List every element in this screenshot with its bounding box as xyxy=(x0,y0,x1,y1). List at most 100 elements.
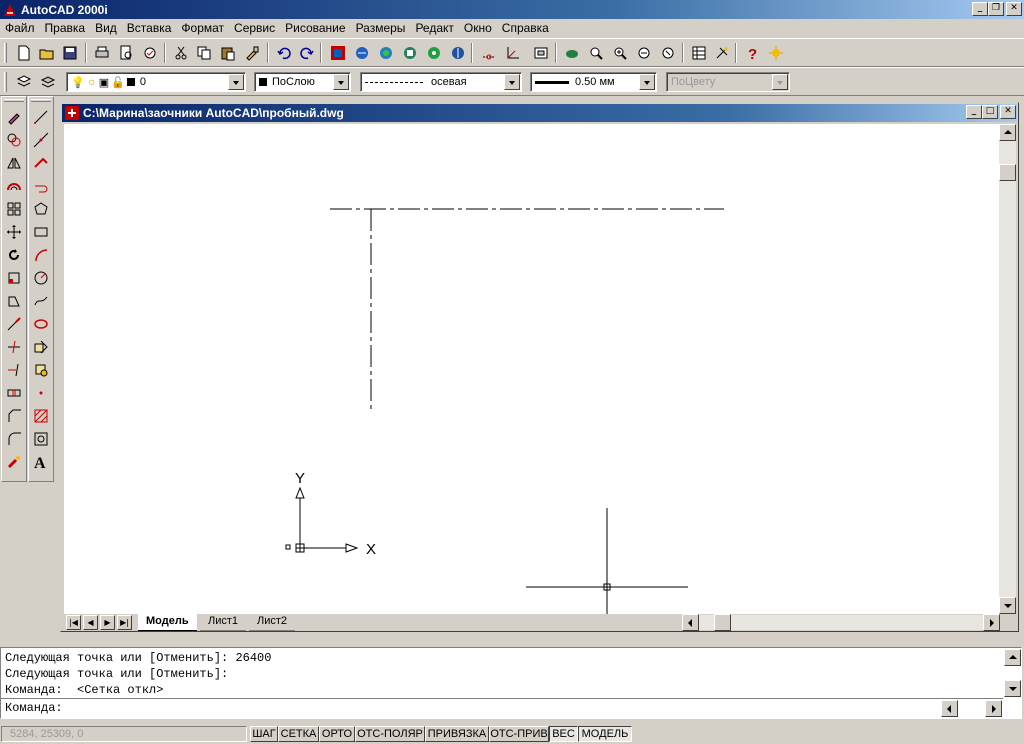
snap-toggle[interactable]: ШАГ xyxy=(250,726,278,742)
first-tab-button[interactable]: |◀ xyxy=(66,615,81,630)
region-icon[interactable] xyxy=(31,429,51,449)
doc-minimize-button[interactable]: _ xyxy=(966,105,982,119)
toolbar-grip[interactable] xyxy=(31,99,51,102)
named-views-icon[interactable] xyxy=(531,43,551,63)
menu-draw[interactable]: Рисование xyxy=(280,20,350,37)
new-file-icon[interactable] xyxy=(14,43,34,63)
lengthen-icon[interactable] xyxy=(4,314,24,334)
rectangle-icon[interactable] xyxy=(31,222,51,242)
polar-toggle[interactable]: ОТС-ПОЛЯР xyxy=(355,726,425,742)
zoom-window-icon[interactable] xyxy=(610,43,630,63)
save-icon[interactable] xyxy=(60,43,80,63)
multiline-text-icon[interactable]: A xyxy=(31,452,51,472)
menu-tools[interactable]: Сервис xyxy=(229,20,280,37)
erase-icon[interactable] xyxy=(4,107,24,127)
insert-block-icon[interactable] xyxy=(31,337,51,357)
horizontal-scroll-thumb[interactable] xyxy=(714,614,731,631)
scroll-down-button[interactable] xyxy=(999,597,1016,614)
chevron-down-icon[interactable] xyxy=(228,74,244,90)
toolbar-grip[interactable] xyxy=(4,43,7,63)
stretch-icon[interactable] xyxy=(4,291,24,311)
command-prompt[interactable]: Команда: xyxy=(5,701,63,716)
scale-icon[interactable] xyxy=(4,268,24,288)
close-button[interactable]: ✕ xyxy=(1006,2,1022,16)
properties-icon[interactable] xyxy=(689,43,709,63)
zoom-realtime-icon[interactable] xyxy=(586,43,606,63)
layers-icon[interactable] xyxy=(14,72,34,92)
chevron-down-icon[interactable] xyxy=(333,74,349,90)
copy-object-icon[interactable] xyxy=(4,130,24,150)
today-icon[interactable] xyxy=(448,43,468,63)
color-select[interactable]: ПоСлою xyxy=(254,72,351,92)
publish-web-icon[interactable] xyxy=(376,43,396,63)
hatch-icon[interactable] xyxy=(31,406,51,426)
horizontal-scroll-track[interactable] xyxy=(699,614,983,631)
chamfer-icon[interactable] xyxy=(4,406,24,426)
paste-icon[interactable] xyxy=(218,43,238,63)
move-icon[interactable] xyxy=(4,222,24,242)
minimize-button[interactable]: _ xyxy=(972,2,988,16)
tab-layout1[interactable]: Лист1 xyxy=(200,614,247,631)
arc-icon[interactable] xyxy=(31,245,51,265)
zoom-previous-icon[interactable] xyxy=(634,43,654,63)
tab-layout2[interactable]: Лист2 xyxy=(249,614,296,631)
print-preview-icon[interactable] xyxy=(116,43,136,63)
linetype-select[interactable]: осевая xyxy=(360,72,522,92)
grid-toggle[interactable]: СЕТКА xyxy=(278,726,319,742)
help-icon[interactable]: ? xyxy=(742,43,762,63)
app-title-bar[interactable]: AutoCAD 2000i _ ❐ ✕ xyxy=(0,0,1024,19)
ucs-icon[interactable] xyxy=(503,43,523,63)
scroll-left-button[interactable] xyxy=(682,614,699,631)
match-properties-icon[interactable] xyxy=(242,43,262,63)
offset-icon[interactable] xyxy=(4,176,24,196)
menu-window[interactable]: Окно xyxy=(459,20,497,37)
model-toggle[interactable]: МОДЕЛЬ xyxy=(578,726,632,742)
point-icon[interactable] xyxy=(31,383,51,403)
break-icon[interactable] xyxy=(4,383,24,403)
chevron-down-icon[interactable] xyxy=(639,74,655,90)
undo-icon[interactable] xyxy=(274,43,294,63)
command-scroll-right-button[interactable] xyxy=(985,700,1002,717)
make-block-icon[interactable] xyxy=(31,360,51,380)
command-window[interactable]: Следующая точка или [Отменить]: 26400 Сл… xyxy=(0,647,1022,719)
spell-check-icon[interactable] xyxy=(140,43,160,63)
menu-help[interactable]: Справка xyxy=(497,20,554,37)
design-center-icon[interactable] xyxy=(328,43,348,63)
vertical-scrollbar[interactable] xyxy=(999,124,1016,614)
tab-model[interactable]: Модель xyxy=(138,614,197,631)
restore-button[interactable]: ❐ xyxy=(988,2,1004,16)
scroll-right-button[interactable] xyxy=(983,614,1000,631)
spline-icon[interactable] xyxy=(31,291,51,311)
line-icon[interactable] xyxy=(31,107,51,127)
command-scroll-down-button[interactable] xyxy=(1004,680,1021,697)
point-a-icon[interactable] xyxy=(424,43,444,63)
scroll-up-button[interactable] xyxy=(999,124,1016,141)
osnap-toggle[interactable]: ПРИВЯЗКА xyxy=(425,726,489,742)
menu-format[interactable]: Формат xyxy=(176,20,229,37)
otrack-toggle[interactable]: ОТС-ПРИВ xyxy=(489,726,549,742)
redo-icon[interactable] xyxy=(297,43,317,63)
last-tab-button[interactable]: ▶| xyxy=(117,615,132,630)
polyline-icon[interactable] xyxy=(31,153,51,173)
browse-web-icon[interactable] xyxy=(352,43,372,63)
polygon-arc-icon[interactable] xyxy=(31,176,51,196)
polygon-icon[interactable] xyxy=(31,199,51,219)
circle-icon[interactable] xyxy=(31,268,51,288)
trim-icon[interactable] xyxy=(4,337,24,357)
extend-icon[interactable] xyxy=(4,360,24,380)
menu-file[interactable]: Файл xyxy=(0,20,40,37)
command-scroll-left-button[interactable] xyxy=(941,700,958,717)
cut-icon[interactable] xyxy=(171,43,191,63)
vertical-scroll-thumb[interactable] xyxy=(999,164,1016,181)
pan-icon[interactable] xyxy=(562,43,582,63)
menu-insert[interactable]: Вставка xyxy=(122,20,177,37)
lineweight-toggle[interactable]: ВЕС xyxy=(549,726,578,742)
menu-edit[interactable]: Правка xyxy=(40,20,91,37)
explode-icon[interactable] xyxy=(4,452,24,472)
mirror-icon[interactable] xyxy=(4,153,24,173)
print-icon[interactable] xyxy=(92,43,112,63)
lineweight-select[interactable]: 0.50 мм xyxy=(530,72,657,92)
menu-modify[interactable]: Редакт xyxy=(410,20,458,37)
ellipse-icon[interactable] xyxy=(31,314,51,334)
ortho-toggle[interactable]: ОРТО xyxy=(319,726,355,742)
